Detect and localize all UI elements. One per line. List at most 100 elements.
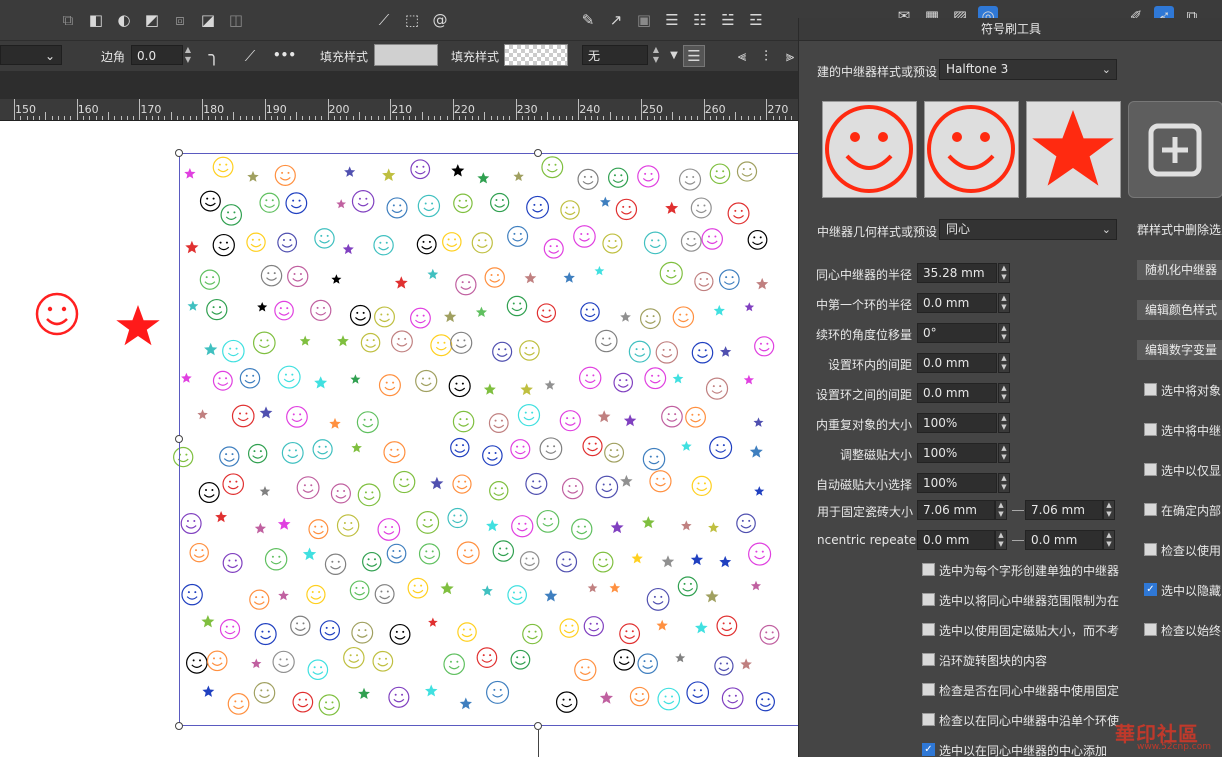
fixed-tile-height-input[interactable]: 7.06 mm bbox=[1025, 500, 1103, 520]
concentric-b-stepper[interactable]: ▲ ▼ bbox=[1103, 530, 1115, 550]
checkbox[interactable]: ✓ bbox=[922, 743, 935, 756]
param-input[interactable]: 0.0 mm bbox=[917, 293, 997, 313]
ruler-tick-label: 270 bbox=[767, 103, 789, 116]
fill-dropdown-icon[interactable]: ▼ bbox=[664, 46, 684, 66]
param-stepper[interactable]: ▲ ▼ bbox=[998, 293, 1010, 313]
rotation-handle-line bbox=[538, 730, 539, 757]
param-stepper[interactable]: ▲ ▼ bbox=[998, 413, 1010, 433]
param-stepper[interactable]: ▲ ▼ bbox=[998, 443, 1010, 463]
ruler-tick bbox=[365, 116, 367, 120]
checkbox[interactable] bbox=[1144, 383, 1157, 396]
param-input[interactable]: 100% bbox=[917, 473, 997, 493]
param-input[interactable]: 100% bbox=[917, 443, 997, 463]
checkbox[interactable] bbox=[1144, 623, 1157, 636]
checkbox[interactable] bbox=[922, 623, 935, 636]
align-center-icon[interactable]: ☲ bbox=[746, 10, 766, 30]
handle-bottom-left[interactable] bbox=[175, 722, 183, 730]
boolean-exclude-icon[interactable]: ◫ bbox=[226, 10, 246, 30]
align-left-icon[interactable]: ⫷ bbox=[732, 46, 752, 66]
spiral-icon[interactable]: @ bbox=[430, 10, 450, 30]
corner-input[interactable]: 0.0 mm bbox=[131, 45, 183, 83]
export-icon[interactable]: ↗ bbox=[606, 10, 626, 30]
fill-stepper[interactable]: ▲ ▼ bbox=[650, 45, 662, 65]
param-input[interactable]: 0.0 mm bbox=[917, 383, 997, 403]
fixed-tile-width-input[interactable]: 7.06 mm bbox=[917, 500, 995, 520]
panel-action-button[interactable]: 编辑数字变量 bbox=[1137, 340, 1222, 360]
ruler-tick bbox=[684, 116, 686, 120]
transform-icon[interactable]: ⬚ bbox=[402, 10, 422, 30]
param-stepper[interactable]: ▲ ▼ bbox=[998, 323, 1010, 343]
panel-action-button[interactable]: 随机化中继器 bbox=[1137, 260, 1222, 280]
handle-top-middle[interactable] bbox=[534, 149, 542, 157]
selection-bounding-box[interactable] bbox=[179, 153, 798, 726]
boolean-divide-icon[interactable]: ⧈ bbox=[170, 10, 190, 30]
checkbox[interactable] bbox=[922, 563, 935, 576]
concentric-b-input[interactable]: 0.0 mm bbox=[1025, 530, 1103, 550]
add-preset-button[interactable] bbox=[1128, 101, 1222, 198]
sample-smiley-symbol[interactable] bbox=[35, 292, 79, 336]
checkbox[interactable] bbox=[1144, 463, 1157, 476]
align-right-icon[interactable]: ⫸ bbox=[780, 46, 800, 66]
checkbox[interactable] bbox=[1144, 423, 1157, 436]
fixed-tile-width-stepper[interactable]: ▲ ▼ bbox=[995, 500, 1007, 520]
panel-action-button[interactable]: 编辑颜色样式 bbox=[1137, 300, 1222, 320]
param-input[interactable]: 0.0 mm bbox=[917, 353, 997, 373]
ruler-tick bbox=[57, 116, 59, 120]
checkbox[interactable] bbox=[1144, 503, 1157, 516]
preset-smiley-2[interactable] bbox=[924, 101, 1019, 198]
fill-swatch-1[interactable] bbox=[374, 44, 438, 66]
geometry-preset-dropdown[interactable]: 同心 ⌄ bbox=[939, 219, 1117, 240]
handle-top-left[interactable] bbox=[175, 149, 183, 157]
preset-star[interactable] bbox=[1026, 101, 1121, 198]
boolean-add-icon[interactable]: ⧉ bbox=[58, 10, 78, 30]
distribute-icon[interactable]: ☱ bbox=[718, 10, 738, 30]
handle-middle-left[interactable] bbox=[175, 435, 183, 443]
align-bottom-icon[interactable]: ☷ bbox=[690, 10, 710, 30]
handle-bottom-middle[interactable] bbox=[534, 722, 542, 730]
ruler-tick bbox=[302, 116, 304, 120]
align-top-icon[interactable]: ☰ bbox=[662, 10, 682, 30]
pen-curve-icon[interactable]: ⟋ bbox=[374, 10, 394, 30]
fill-swatch-2[interactable] bbox=[504, 44, 568, 66]
param-stepper[interactable]: ▲ ▼ bbox=[998, 263, 1010, 283]
style-preset-dropdown[interactable]: Halftone 3 ⌄ bbox=[939, 59, 1117, 80]
checkbox[interactable] bbox=[922, 593, 935, 606]
boolean-combine-icon[interactable]: ◪ bbox=[198, 10, 218, 30]
document-canvas[interactable] bbox=[0, 121, 798, 757]
sample-star-symbol[interactable] bbox=[116, 305, 160, 346]
boolean-subtract-icon[interactable]: ◧ bbox=[86, 10, 106, 30]
corner-style-icon[interactable]: ⟋ bbox=[240, 46, 260, 66]
checkbox[interactable] bbox=[1144, 543, 1157, 556]
panel-title[interactable]: 符号刷工具 bbox=[799, 18, 1222, 41]
ruler-tick bbox=[553, 116, 555, 120]
concentric-a-stepper[interactable]: ▲ ▼ bbox=[995, 530, 1007, 550]
panel-action-button[interactable]: 群样式中删除选定 bbox=[1137, 220, 1222, 240]
fill-value-field[interactable]: 无 bbox=[582, 45, 648, 65]
checkbox[interactable]: ✓ bbox=[1144, 583, 1157, 596]
param-input[interactable]: 35.28 mm bbox=[917, 263, 997, 283]
horizontal-ruler[interactable]: 150 160 170 180 190 200 210 220 230 240 250 260 270 bbox=[0, 99, 800, 121]
fixed-tile-height-stepper[interactable]: ▲ ▼ bbox=[1103, 500, 1115, 520]
boolean-xor-icon[interactable]: ◩ bbox=[142, 10, 162, 30]
edit-icon[interactable]: ✎ bbox=[578, 10, 598, 30]
checkbox[interactable] bbox=[922, 653, 935, 666]
arrange-icon[interactable]: ▣ bbox=[634, 10, 654, 30]
more-options-icon[interactable]: ••• bbox=[273, 48, 296, 62]
param-stepper[interactable]: ▲ ▼ bbox=[998, 383, 1010, 403]
checkbox[interactable] bbox=[922, 713, 935, 726]
corner-round-icon[interactable]: ╮ bbox=[204, 46, 224, 66]
corner-stepper[interactable]: ▲ ▼ bbox=[182, 45, 194, 65]
settings-sliders-icon[interactable]: ☰ bbox=[683, 45, 705, 67]
concentric-a-input[interactable]: 0.0 mm bbox=[917, 530, 995, 550]
param-stepper[interactable]: ▲ ▼ bbox=[998, 473, 1010, 493]
boolean-intersect-icon[interactable]: ◐ bbox=[114, 10, 134, 30]
align-hcenter-icon[interactable]: ⫶ bbox=[756, 46, 776, 66]
ruler-tick bbox=[659, 116, 661, 120]
param-stepper[interactable]: ▲ ▼ bbox=[998, 353, 1010, 373]
param-input[interactable]: 0° bbox=[917, 323, 997, 343]
style-select[interactable]: ⌄ bbox=[0, 45, 62, 65]
param-input[interactable]: 100% bbox=[917, 413, 997, 433]
ruler-tick-label: 250 bbox=[642, 103, 663, 116]
checkbox[interactable] bbox=[922, 683, 935, 696]
preset-smiley-1[interactable] bbox=[822, 101, 917, 198]
